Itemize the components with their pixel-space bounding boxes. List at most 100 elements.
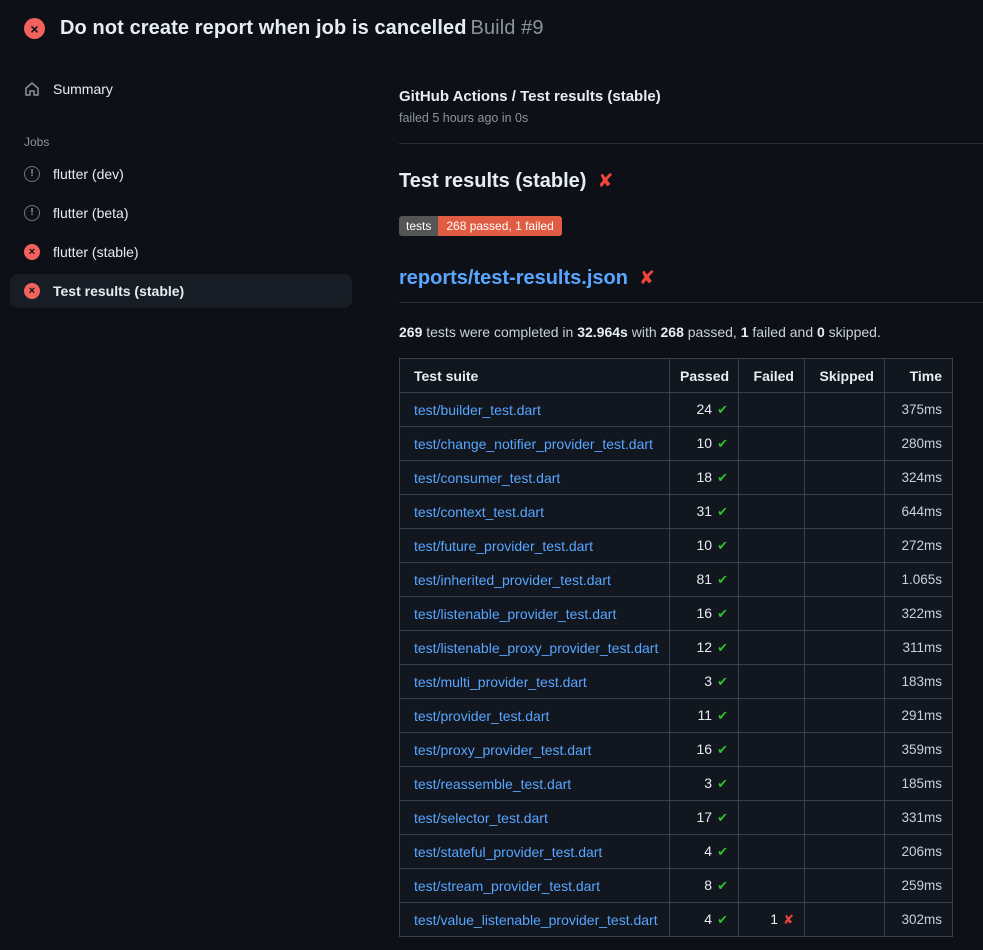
passed-cell: 16✔ — [670, 597, 739, 631]
suite-cell: test/multi_provider_test.dart — [400, 665, 670, 699]
suite-cell: test/stateful_provider_test.dart — [400, 835, 670, 869]
table-row: test/consumer_test.dart18✔324ms — [400, 461, 953, 495]
failed-cell — [739, 631, 805, 665]
table-row: test/builder_test.dart24✔375ms — [400, 393, 953, 427]
suite-link[interactable]: test/listenable_proxy_provider_test.dart — [414, 640, 658, 656]
failed-cell — [739, 529, 805, 563]
passed-cell: 4✔ — [670, 903, 739, 937]
table-row: test/selector_test.dart17✔331ms — [400, 801, 953, 835]
failed-cell — [739, 869, 805, 903]
skipped-cell — [805, 733, 885, 767]
skipped-cell — [805, 461, 885, 495]
suite-cell: test/selector_test.dart — [400, 801, 670, 835]
time-cell: 272ms — [885, 529, 953, 563]
failed-icon: × — [24, 244, 40, 260]
cancelled-icon: ! — [24, 166, 40, 182]
suite-link[interactable]: test/future_provider_test.dart — [414, 538, 593, 554]
pass-check-icon: ✔ — [717, 777, 728, 792]
passed-cell: 3✔ — [670, 665, 739, 699]
passed-cell: 11✔ — [670, 699, 739, 733]
table-row: test/provider_test.dart11✔291ms — [400, 699, 953, 733]
test-results-table: Test suite Passed Failed Skipped Time te… — [399, 358, 953, 937]
sidebar-item-test-results-stable[interactable]: × Test results (stable) — [10, 274, 352, 308]
sidebar-item-label: Summary — [53, 81, 113, 97]
column-header-failed: Failed — [739, 359, 805, 393]
failed-cell — [739, 835, 805, 869]
suite-link[interactable]: test/stream_provider_test.dart — [414, 878, 600, 894]
time-cell: 1.065s — [885, 563, 953, 597]
passed-cell: 4✔ — [670, 835, 739, 869]
sidebar-item-flutter-dev[interactable]: ! flutter (dev) — [10, 157, 352, 191]
table-row: test/stream_provider_test.dart8✔259ms — [400, 869, 953, 903]
sidebar-item-label: flutter (beta) — [53, 205, 128, 221]
skipped-cell — [805, 427, 885, 461]
total-count: 269 — [399, 324, 422, 340]
pass-check-icon: ✔ — [717, 913, 728, 928]
suite-link[interactable]: test/multi_provider_test.dart — [414, 674, 587, 690]
suite-cell: test/proxy_provider_test.dart — [400, 733, 670, 767]
suite-link[interactable]: test/selector_test.dart — [414, 810, 548, 826]
suite-link[interactable]: test/provider_test.dart — [414, 708, 549, 724]
sidebar-item-label: flutter (stable) — [53, 244, 139, 260]
time-cell: 324ms — [885, 461, 953, 495]
suite-link[interactable]: test/listenable_provider_test.dart — [414, 606, 616, 622]
suite-cell: test/context_test.dart — [400, 495, 670, 529]
sidebar-item-flutter-beta[interactable]: ! flutter (beta) — [10, 196, 352, 230]
suite-link[interactable]: test/context_test.dart — [414, 504, 544, 520]
table-row: test/inherited_provider_test.dart81✔1.06… — [400, 563, 953, 597]
suite-cell: test/consumer_test.dart — [400, 461, 670, 495]
suite-link[interactable]: test/consumer_test.dart — [414, 470, 560, 486]
section-title-text: Test results (stable) — [399, 170, 586, 193]
build-number: Build #9 — [471, 17, 544, 39]
pass-check-icon: ✔ — [717, 811, 728, 826]
suite-link[interactable]: test/reassemble_test.dart — [414, 776, 571, 792]
report-link[interactable]: reports/test-results.json — [399, 267, 628, 290]
time-cell: 302ms — [885, 903, 953, 937]
failed-count: 1 — [741, 324, 749, 340]
pass-check-icon: ✔ — [717, 573, 728, 588]
column-header-passed: Passed — [670, 359, 739, 393]
passed-count: 268 — [661, 324, 684, 340]
sidebar: Summary Jobs ! flutter (dev) ! flutter (… — [0, 52, 399, 313]
cancelled-icon: ! — [24, 205, 40, 221]
table-header-row: Test suite Passed Failed Skipped Time — [400, 359, 953, 393]
failed-cell — [739, 597, 805, 631]
failed-cell — [739, 665, 805, 699]
run-header: × Do not create report when job is cance… — [0, 0, 983, 52]
table-row: test/listenable_provider_test.dart16✔322… — [400, 597, 953, 631]
passed-cell: 17✔ — [670, 801, 739, 835]
suite-link[interactable]: test/value_listenable_provider_test.dart — [414, 912, 658, 928]
suite-link[interactable]: test/builder_test.dart — [414, 402, 541, 418]
section-title: Test results (stable) ✘ — [399, 170, 983, 193]
time-cell: 183ms — [885, 665, 953, 699]
skipped-cell — [805, 699, 885, 733]
suite-link[interactable]: test/change_notifier_provider_test.dart — [414, 436, 653, 452]
pass-check-icon: ✔ — [717, 403, 728, 418]
pass-check-icon: ✔ — [717, 845, 728, 860]
fail-x-icon: ✘ — [783, 913, 794, 928]
pass-check-icon: ✔ — [717, 709, 728, 724]
jobs-section-label: Jobs — [0, 111, 399, 157]
skipped-cell — [805, 393, 885, 427]
sidebar-item-summary[interactable]: Summary — [10, 72, 352, 106]
failed-cell — [739, 563, 805, 597]
pass-check-icon: ✔ — [717, 879, 728, 894]
suite-link[interactable]: test/inherited_provider_test.dart — [414, 572, 611, 588]
pass-check-icon: ✔ — [717, 743, 728, 758]
pass-check-icon: ✔ — [717, 675, 728, 690]
pass-check-icon: ✔ — [717, 607, 728, 622]
sidebar-item-flutter-stable[interactable]: × flutter (stable) — [10, 235, 352, 269]
column-header-time: Time — [885, 359, 953, 393]
time-cell: 311ms — [885, 631, 953, 665]
time-cell: 259ms — [885, 869, 953, 903]
table-row: test/change_notifier_provider_test.dart1… — [400, 427, 953, 461]
failed-x-icon: ✘ — [597, 172, 613, 191]
suite-cell: test/reassemble_test.dart — [400, 767, 670, 801]
time-cell: 359ms — [885, 733, 953, 767]
skipped-cell — [805, 665, 885, 699]
suite-link[interactable]: test/proxy_provider_test.dart — [414, 742, 591, 758]
breadcrumb: GitHub Actions / Test results (stable) — [399, 88, 983, 105]
suite-link[interactable]: test/stateful_provider_test.dart — [414, 844, 602, 860]
failed-x-icon: ✘ — [639, 269, 655, 288]
skipped-cell — [805, 631, 885, 665]
